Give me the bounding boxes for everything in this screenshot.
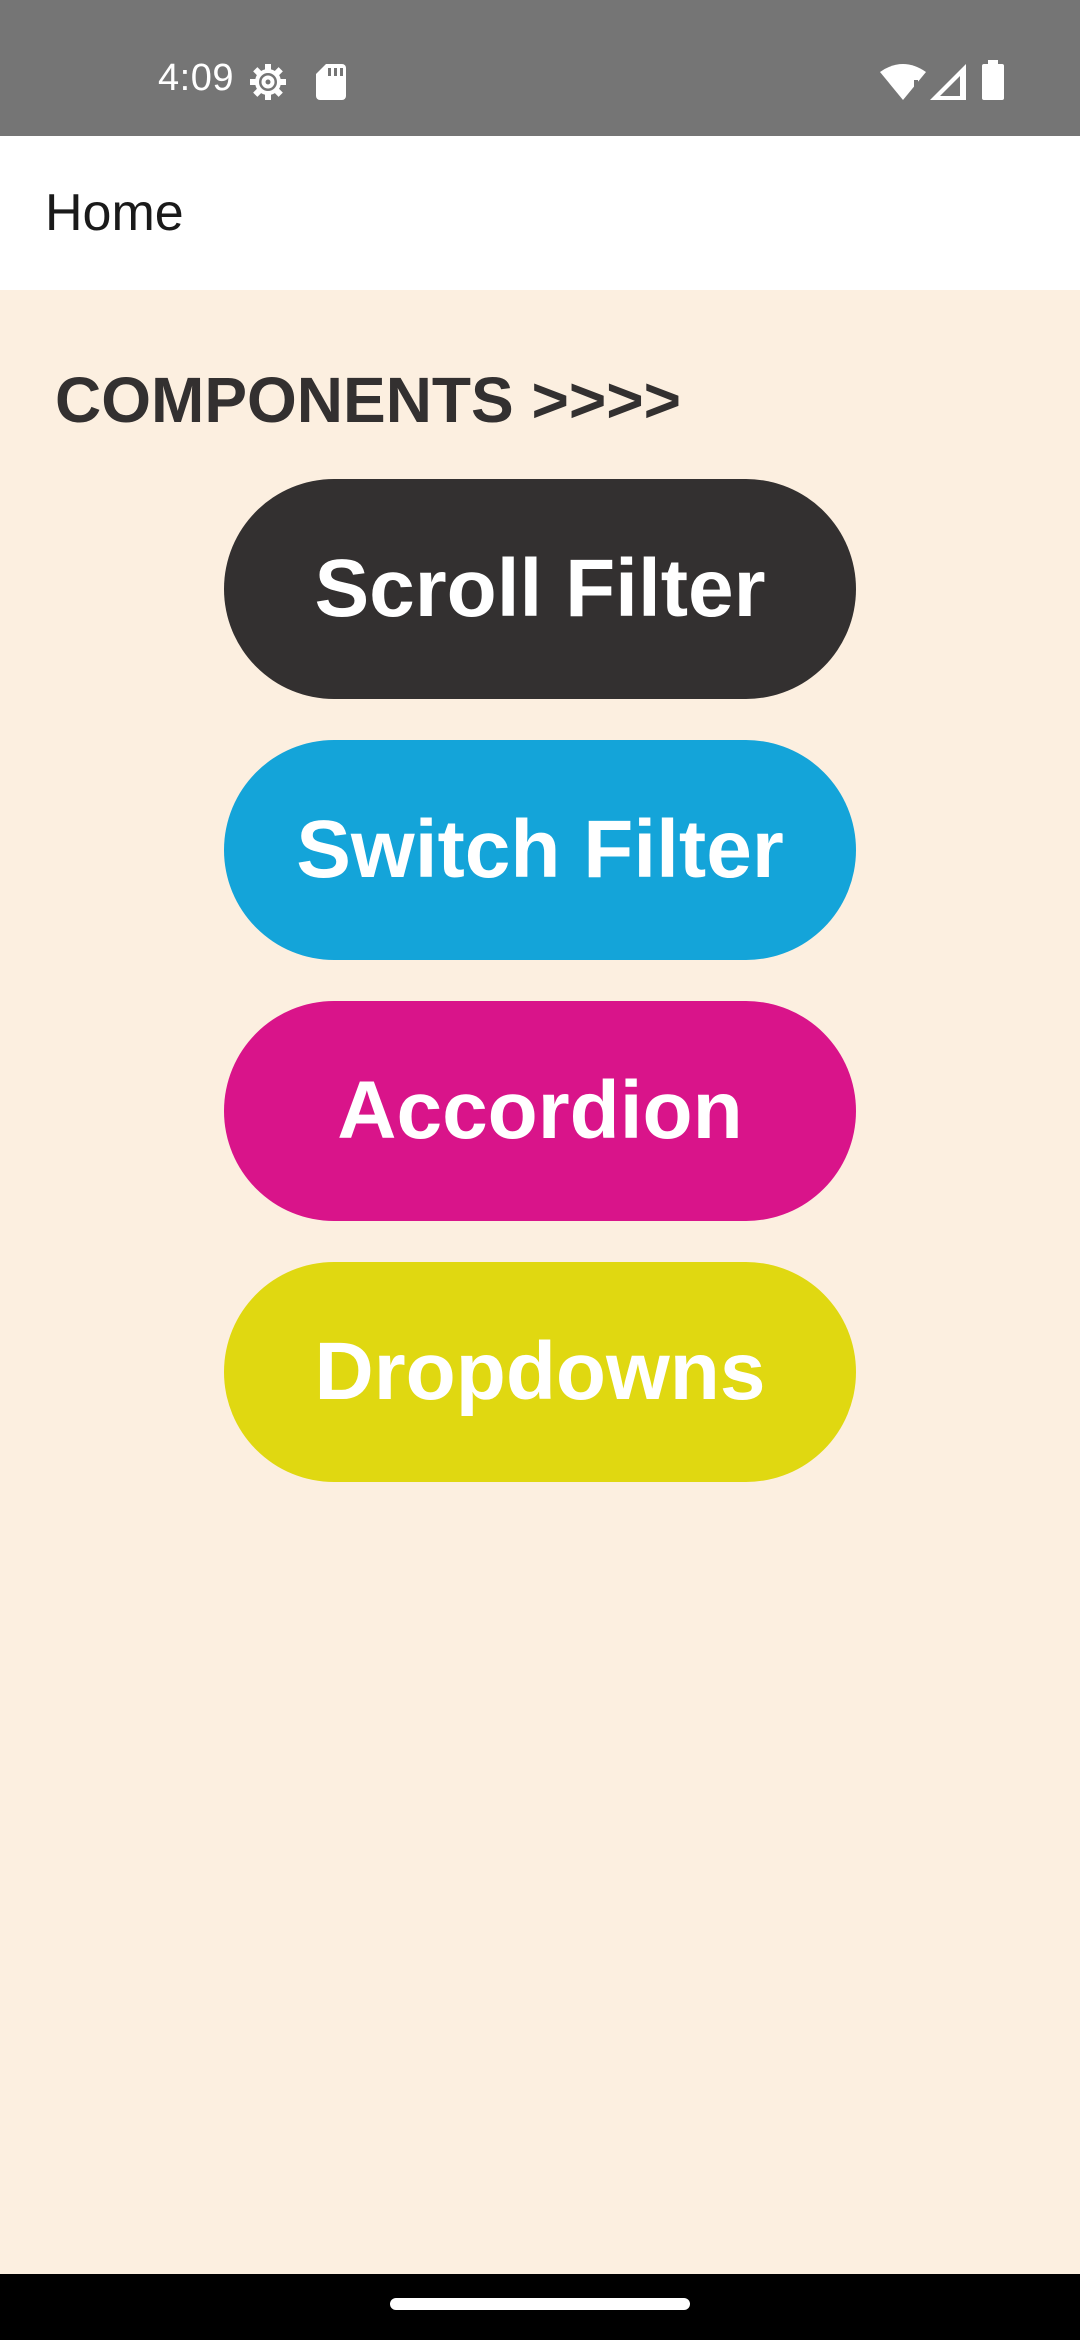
cell-signal-icon — [930, 64, 966, 100]
main-content: COMPONENTS >>>> Scroll Filter Switch Fil… — [0, 290, 1080, 2274]
scroll-filter-button[interactable]: Scroll Filter — [224, 479, 856, 699]
components-heading: COMPONENTS >>>> — [55, 364, 681, 436]
settings-gear-icon — [250, 64, 286, 100]
accordion-label: Accordion — [337, 1065, 743, 1156]
battery-icon — [982, 60, 1004, 100]
wifi-icon — [880, 64, 926, 100]
sd-card-icon — [316, 64, 346, 100]
app-bar: Home — [0, 136, 1080, 290]
dropdowns-button[interactable]: Dropdowns — [224, 1262, 856, 1482]
switch-filter-label: Switch Filter — [296, 804, 784, 895]
home-gesture-handle[interactable] — [390, 2298, 690, 2310]
accordion-button[interactable]: Accordion — [224, 1001, 856, 1221]
status-bar: 4:09 — [0, 0, 1080, 136]
page-title: Home — [45, 184, 184, 242]
status-time: 4:09 — [158, 57, 234, 99]
scroll-filter-label: Scroll Filter — [314, 543, 766, 634]
navigation-bar — [0, 2274, 1080, 2340]
dropdowns-label: Dropdowns — [314, 1326, 766, 1417]
switch-filter-button[interactable]: Switch Filter — [224, 740, 856, 960]
